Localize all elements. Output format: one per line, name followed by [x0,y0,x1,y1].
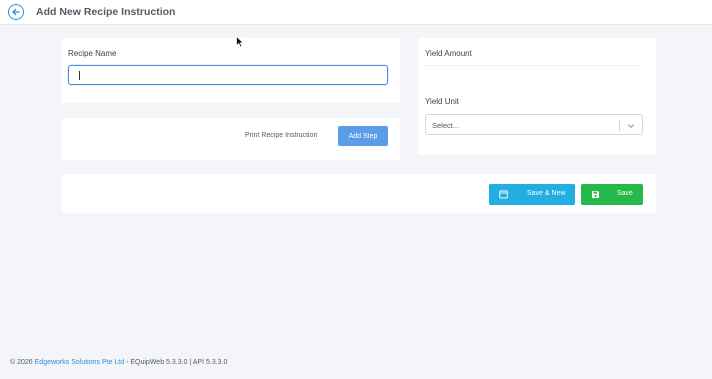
yield-amount-label: Yield Amount [425,49,472,58]
footer: © 2026 Edgeworks Solutions Pte Ltd - EQu… [10,359,227,366]
yield-card: Yield Amount Yield Unit Select... [418,38,656,155]
yield-amount-field[interactable] [425,65,642,66]
save-button[interactable]: Save [581,184,643,205]
recipe-name-label: Recipe Name [68,49,117,58]
yield-unit-label: Yield Unit [425,97,459,106]
select-separator [619,120,620,131]
page-header: Add New Recipe Instruction [0,0,712,25]
floppy-disk-icon [592,191,599,198]
add-step-button[interactable]: Add Step [338,126,388,146]
arrow-left-icon [12,8,20,16]
save-label: Save [617,190,633,197]
yield-unit-select[interactable]: Select... [425,114,643,135]
chevron-down-icon[interactable] [626,121,636,131]
back-button[interactable] [8,4,24,20]
add-step-label: Add Step [348,132,378,140]
footer-company-link[interactable]: Edgeworks Solutions Pte Ltd [35,359,125,366]
recipe-name-card: Recipe Name [62,38,400,103]
footer-copyright: © 2026 [10,359,33,366]
text-caret [79,71,80,80]
save-bar-card: Save & New Save [62,174,656,213]
page-title: Add New Recipe Instruction [36,6,176,18]
footer-version: - EQuipWeb 5.3.3.0 | API 5.3.3.0 [126,359,228,366]
save-and-new-label: Save & New [527,190,566,197]
step-actions-card: Print Recipe Instruction Add Step [62,118,400,160]
print-recipe-instruction-link[interactable]: Print Recipe Instruction [245,132,317,139]
yield-unit-selected-value: Select... [432,121,460,130]
recipe-name-input[interactable] [68,65,388,85]
save-and-new-button[interactable]: Save & New [489,184,575,205]
mouse-cursor-icon [236,36,244,48]
window-icon [499,190,508,199]
